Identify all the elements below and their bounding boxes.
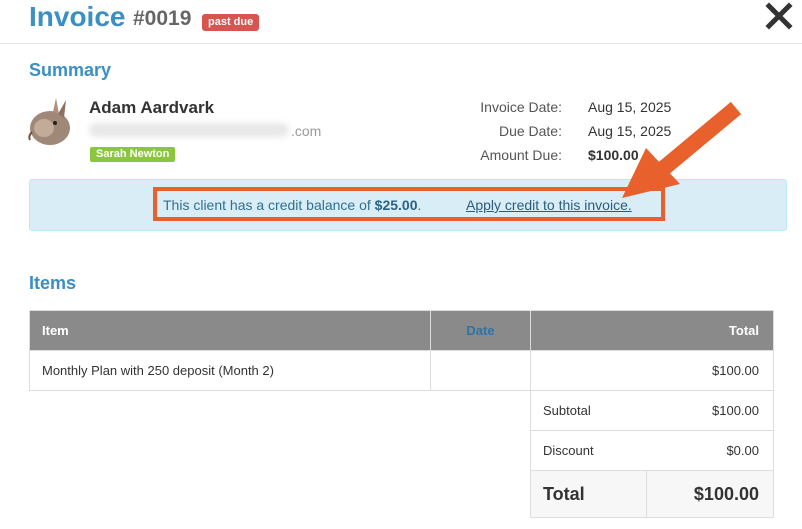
discount-row: Discount $0.00 bbox=[30, 430, 774, 471]
invoice-date-label: Invoice Date: bbox=[480, 99, 562, 115]
column-header-item: Item bbox=[29, 310, 431, 351]
table-header-row: Item Date Total bbox=[29, 310, 774, 351]
email-suffix: .com bbox=[291, 123, 322, 139]
credit-message: This client has a credit balance of $25.… bbox=[163, 197, 421, 213]
item-total: $100.00 bbox=[530, 350, 774, 391]
column-header-total: Total bbox=[530, 310, 774, 351]
item-date bbox=[430, 350, 531, 391]
summary-heading: Summary bbox=[29, 60, 112, 80]
total-cell: Total $100.00 bbox=[530, 470, 774, 518]
discount-value: $0.00 bbox=[726, 443, 759, 458]
subtotal-value: $100.00 bbox=[712, 403, 759, 418]
total-row: Total $100.00 bbox=[30, 470, 774, 518]
total-value: $100.00 bbox=[647, 471, 773, 517]
due-date-label: Due Date: bbox=[498, 123, 562, 139]
close-icon[interactable] bbox=[763, 0, 795, 32]
invoice-number: #0019 bbox=[133, 7, 192, 30]
items-heading: Items bbox=[29, 273, 77, 293]
amount-due-label: Amount Due: bbox=[480, 147, 562, 163]
column-header-date[interactable]: Date bbox=[430, 310, 531, 351]
arrow-icon bbox=[622, 101, 742, 198]
modal-header: Invoice #0019 past due bbox=[0, 0, 802, 44]
table-row: Monthly Plan with 250 deposit (Month 2) … bbox=[29, 350, 774, 391]
credit-prefix: This client has a credit balance of bbox=[163, 197, 375, 213]
spacer bbox=[30, 391, 531, 431]
staff-tag: Sarah Newton bbox=[90, 147, 176, 162]
subtotal-cell: Subtotal $100.00 bbox=[530, 390, 774, 431]
item-description: Monthly Plan with 250 deposit (Month 2) bbox=[29, 350, 431, 391]
credit-suffix: . bbox=[417, 197, 422, 213]
aardvark-avatar-icon bbox=[28, 98, 70, 145]
total-label: Total bbox=[531, 471, 647, 517]
spacer bbox=[30, 471, 531, 518]
page-title: Invoice bbox=[29, 1, 126, 32]
client-name: Adam Aardvark bbox=[89, 98, 215, 117]
credit-amount: $25.00 bbox=[374, 197, 418, 213]
subtotal-label: Subtotal bbox=[543, 403, 591, 418]
discount-label: Discount bbox=[543, 443, 594, 458]
spacer bbox=[30, 431, 531, 471]
email-redacted bbox=[89, 123, 289, 137]
discount-cell: Discount $0.00 bbox=[530, 430, 774, 471]
status-badge: past due bbox=[202, 14, 260, 31]
items-table: Item Date Total Monthly Plan with 250 de… bbox=[29, 310, 774, 518]
apply-credit-link[interactable]: Apply credit to this invoice. bbox=[466, 197, 632, 213]
subtotal-row: Subtotal $100.00 bbox=[30, 390, 774, 431]
